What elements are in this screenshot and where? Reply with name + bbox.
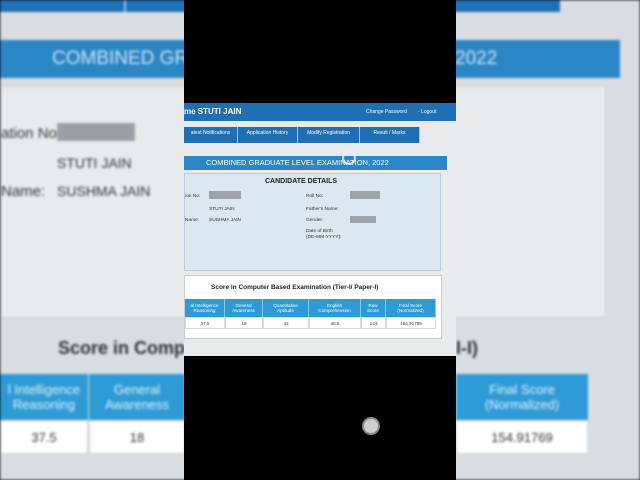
- candidate-name-value: STUTI JAIN: [209, 207, 235, 212]
- bg-header-reasoning: l Intelligence Reasoning: [0, 374, 88, 420]
- bg-mother-value: SUSHMA JAIN: [57, 183, 151, 199]
- header-final-score: Final Score (Normalized): [386, 299, 436, 317]
- bg-banner-right-text: 2022: [455, 48, 498, 69]
- result-page: me STUTI JAIN Change Password · Logout a…: [184, 103, 456, 356]
- gender-redacted: [350, 216, 376, 223]
- father-name-label: Father's Name:: [306, 207, 339, 212]
- touch-indicator-icon: [342, 151, 356, 165]
- tab-modify-registration[interactable]: Modify Registration: [298, 127, 360, 143]
- logout-label: Logout: [421, 109, 437, 115]
- bg-mother-label: Name:: [1, 183, 46, 200]
- header-english-comprehension: English Comprehension: [309, 299, 361, 317]
- tab-result-marks[interactable]: Result / Marks: [360, 127, 420, 143]
- roll-no-label: Roll No:: [306, 194, 324, 199]
- logout-link[interactable]: · Logout: [418, 109, 436, 115]
- candidate-details-title: CANDIDATE DETAILS: [265, 178, 338, 185]
- change-password-link[interactable]: Change Password: [366, 109, 407, 115]
- header-general-awareness: General Awareness: [225, 299, 263, 317]
- cell-final-score: 154.91769: [386, 317, 436, 329]
- tab-latest-notifications[interactable]: atest Notifications: [184, 127, 238, 143]
- header-raw-score: Raw Score: [361, 299, 386, 317]
- video-frame: me STUTI JAIN Change Password · Logout a…: [184, 0, 456, 480]
- exam-title-banner: COMBINED GRADUATE LEVEL EXAMINATION, 202…: [184, 156, 447, 170]
- touch-cursor-icon: [362, 417, 380, 435]
- bg-redacted-value: [57, 123, 135, 141]
- bg-cell-reasoning: 37.5: [0, 420, 88, 454]
- cell-quantitative-aptitude: 43: [263, 317, 309, 329]
- bg-score-title: Score in Comput: [58, 338, 203, 358]
- score-panel: Score in Computer Based Examination (Tie…: [184, 275, 442, 339]
- gender-label: Gender:: [306, 218, 324, 223]
- bg-cell-awareness: 18: [89, 420, 185, 454]
- bg-score-title-right: I-I): [456, 338, 478, 358]
- candidate-details-panel: CANDIDATE DETAILS ion No: STUTI JAIN Nam…: [184, 173, 441, 271]
- registration-label: ion No:: [185, 194, 201, 199]
- cell-english-comprehension: 45.5: [309, 317, 361, 329]
- bg-registration-label: ation No:: [1, 125, 62, 142]
- bg-header-final: Final Score (Normalized): [456, 374, 588, 420]
- header-reasoning: al Intelligence Reasoning: [185, 299, 225, 317]
- exam-title: COMBINED GRADUATE LEVEL EXAMINATION, 202…: [206, 158, 389, 167]
- registration-redacted: [209, 191, 241, 199]
- dob-label: Date of Birth (DD-MM-YYYY):: [306, 229, 342, 240]
- header-quantitative-aptitude: Quantitative Aptitude: [263, 299, 309, 317]
- mother-name-value: SUSHMA JAIN: [209, 218, 241, 223]
- bg-cell-final: 154.91769: [456, 420, 588, 454]
- roll-no-redacted: [350, 191, 380, 199]
- score-title: Score in Computer Based Examination (Tie…: [211, 284, 379, 291]
- cell-reasoning: 37.5: [185, 317, 225, 329]
- top-nav-bar: me STUTI JAIN Change Password · Logout: [184, 103, 456, 121]
- cell-raw-score: 144: [361, 317, 386, 329]
- bg-name-value: STUTI JAIN: [57, 155, 132, 171]
- bg-nav-divider: [124, 0, 126, 12]
- bg-banner-left-text: COMBINED GRA: [52, 48, 201, 69]
- mother-name-label: Name:: [185, 218, 200, 223]
- tab-application-history[interactable]: Application History: [238, 127, 298, 143]
- welcome-text: me STUTI JAIN: [184, 107, 242, 116]
- bg-header-awareness: General Awareness: [89, 374, 185, 420]
- cell-general-awareness: 18: [225, 317, 263, 329]
